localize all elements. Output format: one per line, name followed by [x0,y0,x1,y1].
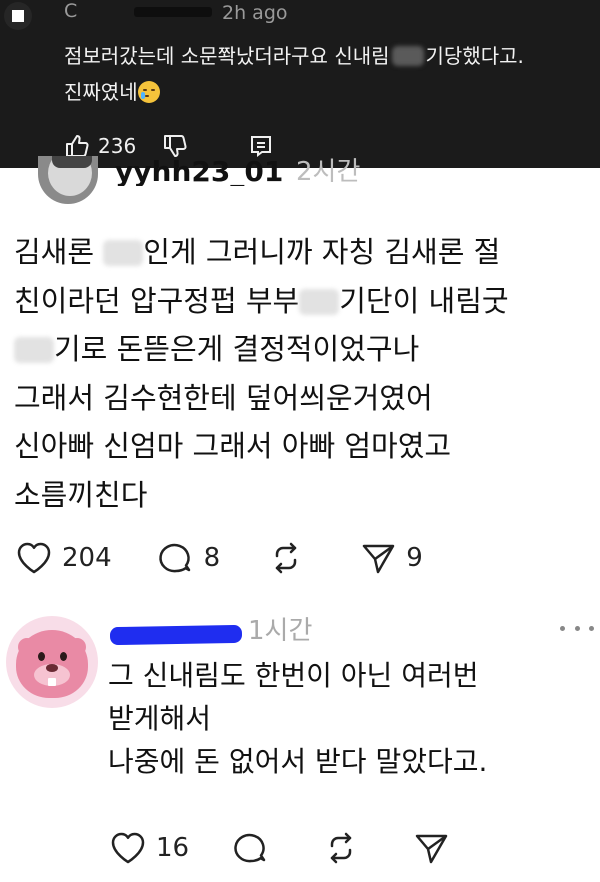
repost-icon[interactable] [266,538,306,578]
post-like-count: 204 [62,543,112,573]
repost-icon[interactable] [321,828,361,868]
avatar-icon[interactable] [4,2,32,30]
blurred-text [14,337,54,363]
redaction-scribble [134,7,212,17]
blurred-text [391,46,424,66]
embedded-username[interactable]: C [64,1,214,21]
comment-timestamp: 1시간 [248,616,313,646]
post-reply-count: 8 [203,543,221,573]
crying-emoji [137,81,160,103]
post-avatar[interactable] [38,156,98,204]
embedded-comment-text: 점보러갔는데 소문쫙났더라구요 신내림 기당했다고. 진짜였네 [64,44,524,104]
post-username[interactable]: yyhh23_01 [115,152,283,186]
comment-icon[interactable] [156,538,196,578]
comment-like-count: 16 [156,833,190,863]
post-action-bar: 204 8 9 [14,538,423,578]
embedded-timestamp: 2h ago [222,2,288,24]
heart-icon[interactable] [108,828,148,868]
share-icon[interactable] [358,538,398,578]
comment-action-bar: 16 [108,828,451,868]
comment-icon[interactable] [231,828,271,868]
post-timestamp: 2시간 [296,157,361,182]
comment-avatar[interactable] [6,616,98,708]
embedded-comment-card: C 2h ago 점보러갔는데 소문쫙났더라구요 신내림 기당했다고. 진짜였네 … [0,0,600,168]
redaction-scribble [109,624,243,646]
post-share-count: 9 [406,543,423,573]
blurred-text [103,240,144,266]
blurred-text [299,288,340,315]
more-options-icon[interactable] [560,616,594,640]
comment-text: 그 신내림도 한번이 아닌 여러번 받게해서 나중에 돈 없어서 받다 말았다고… [108,659,488,778]
share-icon[interactable] [411,828,451,868]
comment-username[interactable] [108,614,243,646]
post-text: 김새론 인게 그러니까 자칭 김새론 절 친이라던 압구정펍 부부 기단이 내림굿… [14,235,509,512]
heart-icon[interactable] [14,538,54,578]
